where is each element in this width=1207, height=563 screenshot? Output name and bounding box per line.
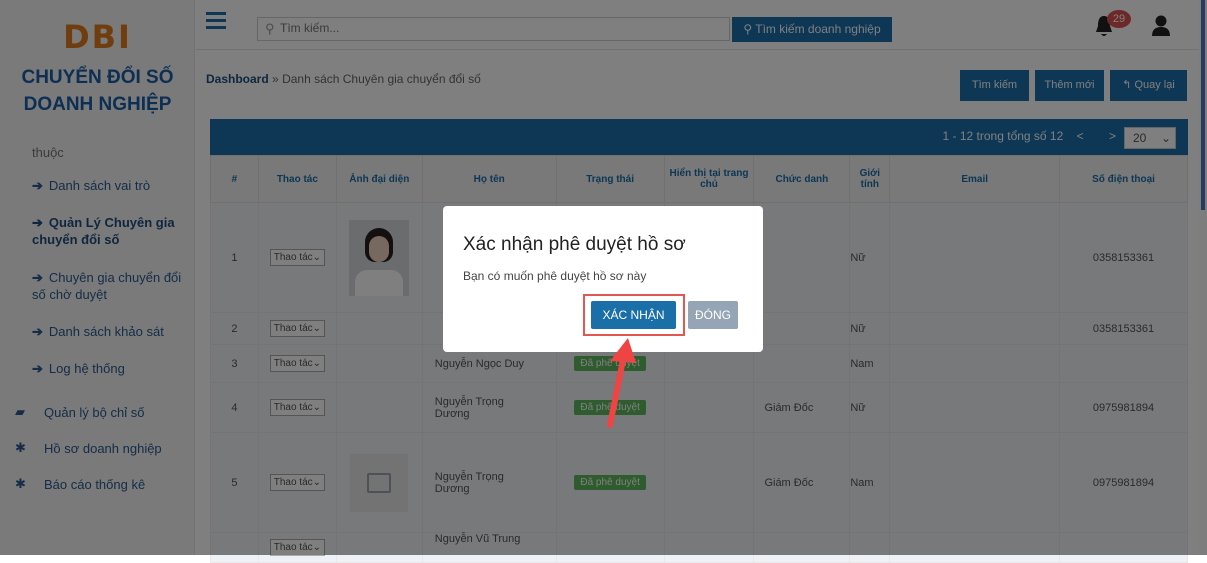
confirm-dialog: Xác nhận phê duyệt hồ sơ Bạn có muốn phê… — [443, 206, 763, 352]
dialog-title: Xác nhận phê duyệt hồ sơ — [463, 234, 686, 255]
dialog-message: Bạn có muốn phê duyệt hồ sơ này — [463, 269, 647, 283]
close-button[interactable]: ĐÓNG — [688, 301, 738, 329]
pointer-arrow-icon — [607, 338, 636, 428]
confirm-button[interactable]: XÁC NHẬN — [591, 301, 676, 329]
